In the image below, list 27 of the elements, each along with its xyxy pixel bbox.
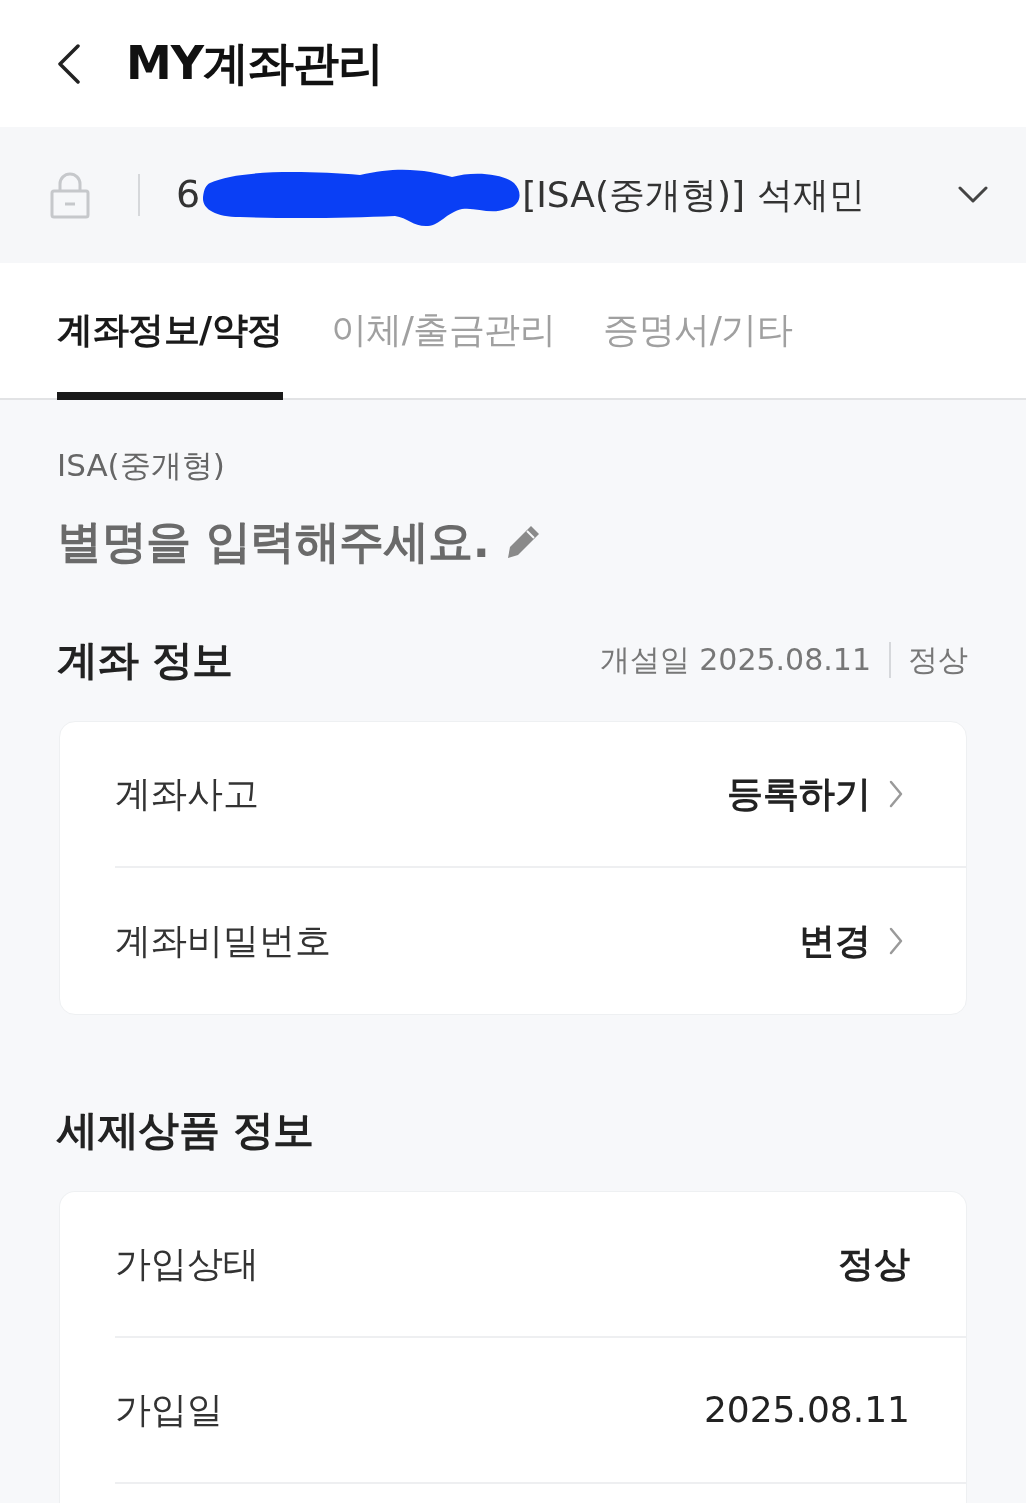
nickname-prompt: 별명을 입력해주세요. [57, 514, 490, 570]
row-value: 정상 [838, 1242, 910, 1286]
account-number: 6 [176, 172, 201, 218]
account-type: ISA(중개형) [57, 446, 225, 485]
account-name: [ISA(중개형)] 석재민 [522, 173, 865, 217]
back-button[interactable] [56, 43, 82, 84]
edit-nickname-button[interactable] [505, 524, 542, 560]
tab[interactable]: 계좌정보/약정 [57, 263, 283, 400]
chevron-down-icon [958, 186, 988, 204]
section-title: 세제상품 정보 [57, 1105, 314, 1156]
opening-date: 개설일 2025.08.11 [599, 642, 871, 678]
row-action-button[interactable]: 변경 [799, 919, 903, 963]
lock-icon [50, 171, 90, 219]
pencil-icon [505, 524, 542, 560]
chevron-right-icon [889, 780, 903, 808]
back-icon [56, 43, 82, 84]
row-label: 가입상태 [115, 1242, 259, 1286]
row-label: 계좌비밀번호 [115, 919, 331, 963]
account-dropdown-button[interactable] [958, 186, 988, 204]
page-title: MY계좌관리 [126, 35, 384, 92]
section-title: 계좌 정보 [57, 635, 233, 686]
chevron-right-icon [889, 927, 903, 955]
account-status: 정상 [908, 642, 968, 678]
row-label: 가입일 [115, 1388, 223, 1432]
row-value: 2025.08.11 [703, 1388, 910, 1432]
row-label: 계좌사고 [115, 772, 259, 816]
row-action-button[interactable]: 등록하기 [727, 772, 903, 816]
